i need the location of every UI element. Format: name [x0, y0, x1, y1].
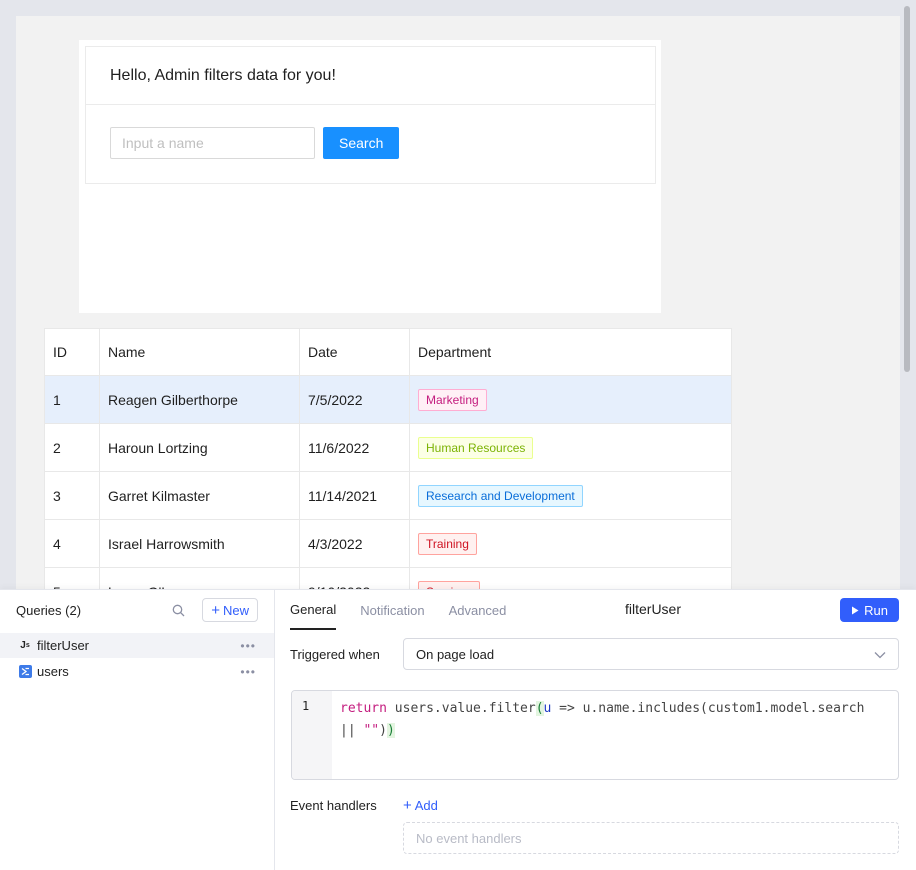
department-tag: Marketing: [418, 388, 487, 411]
run-label: Run: [864, 602, 888, 618]
column-header-name[interactable]: Name: [99, 328, 300, 376]
name-input[interactable]: [110, 127, 315, 159]
code-string: "": [363, 723, 380, 738]
code-paren: (: [535, 701, 544, 716]
code-paren: ): [386, 723, 395, 738]
department-tag: Research and Development: [418, 484, 583, 507]
query-item-label: users: [37, 664, 69, 679]
cell-id: 1: [44, 375, 100, 424]
code-text: ): [379, 723, 387, 738]
query-item-users[interactable]: users •••: [0, 659, 274, 684]
plus-icon: +: [211, 601, 220, 619]
table-row[interactable]: 1 Reagen Gilberthorpe 7/5/2022 Marketing: [44, 375, 732, 424]
more-icon[interactable]: •••: [240, 639, 256, 653]
editor-tabs: General Notification Advanced: [275, 590, 916, 630]
trigger-select[interactable]: On page load: [403, 638, 899, 670]
cell-department: Research and Development: [409, 471, 732, 520]
table-row[interactable]: 2 Haroun Lortzing 11/6/2022 Human Resources: [44, 423, 732, 472]
cell-department: Human Resources: [409, 423, 732, 472]
code-keyword: return: [340, 701, 387, 716]
scrollbar-thumb[interactable]: [904, 6, 910, 372]
new-query-label: New: [222, 602, 249, 618]
trigger-select-value: On page load: [416, 646, 495, 662]
cell-department: Marketing: [409, 375, 732, 424]
query-title: filterUser: [625, 601, 682, 617]
filter-card: Hello, Admin filters data for you! Searc…: [85, 46, 656, 184]
data-source-icon: [18, 665, 32, 679]
cell-date: 4/3/2022: [299, 519, 410, 568]
play-icon: [851, 603, 859, 618]
cell-date: 11/14/2021: [299, 471, 410, 520]
triggered-when-label: Triggered when: [290, 646, 380, 662]
query-editor-panel: Queries (2) + New Js filterUser ••• user…: [0, 589, 916, 870]
query-item-label: filterUser: [37, 638, 90, 653]
department-tag: Human Resources: [418, 436, 534, 459]
add-label: Add: [414, 798, 438, 813]
line-number: 1: [302, 699, 310, 713]
column-header-department[interactable]: Department: [409, 328, 732, 376]
queries-title: Queries (2): [16, 602, 82, 618]
tab-general[interactable]: General: [290, 590, 337, 630]
code-editor[interactable]: 1 return users.value.filter(u => u.name.…: [291, 690, 899, 780]
greeting-text: Hello, Admin filters data for you!: [110, 66, 336, 84]
table-row[interactable]: 4 Israel Harrowsmith 4/3/2022 Training: [44, 519, 732, 568]
users-table: ID Name Date Department 1 Reagen Gilberth…: [44, 328, 732, 616]
search-icon[interactable]: [170, 602, 186, 618]
plus-icon: +: [403, 797, 412, 814]
query-editor: General Notification Advanced filterUser…: [275, 590, 916, 870]
column-header-id[interactable]: ID: [44, 328, 100, 376]
js-icon: Js: [20, 640, 30, 651]
queries-list-panel: Queries (2) + New Js filterUser ••• user…: [0, 590, 275, 870]
query-item-filterUser[interactable]: Js filterUser •••: [0, 633, 274, 658]
cell-date: 7/5/2022: [299, 375, 410, 424]
tab-advanced[interactable]: Advanced: [449, 590, 507, 630]
more-icon[interactable]: •••: [240, 665, 256, 679]
cell-department: Training: [409, 519, 732, 568]
cell-id: 3: [44, 471, 100, 520]
column-header-date[interactable]: Date: [299, 328, 410, 376]
cell-date: 11/6/2022: [299, 423, 410, 472]
code-content[interactable]: return users.value.filter(u => u.name.in…: [332, 691, 898, 779]
queries-header: Queries (2) + New: [0, 590, 274, 630]
table-row[interactable]: 3 Garret Kilmaster 11/14/2021 Research and …: [44, 471, 732, 520]
card-body: Search: [86, 105, 655, 181]
cell-id: 4: [44, 519, 100, 568]
run-button[interactable]: Run: [840, 598, 899, 622]
query-list: Js filterUser ••• users •••: [0, 633, 274, 684]
chevron-down-icon: [874, 647, 886, 662]
card-header: Hello, Admin filters data for you!: [86, 47, 655, 105]
tab-notification[interactable]: Notification: [360, 590, 424, 630]
event-handlers-label: Event handlers: [290, 798, 377, 813]
code-text: users.value.filter: [386, 701, 536, 716]
event-handlers-row: Event handlers + Add: [290, 798, 438, 813]
cell-name: Reagen Gilberthorpe: [99, 375, 300, 424]
new-query-button[interactable]: + New: [202, 598, 258, 622]
container: Hello, Admin filters data for you! Searc…: [79, 40, 661, 313]
trigger-row: Triggered when On page load: [290, 638, 899, 670]
search-button[interactable]: Search: [323, 127, 400, 159]
add-event-handler-link[interactable]: + Add: [403, 798, 438, 813]
department-tag: Training: [418, 532, 477, 555]
no-event-handlers: No event handlers: [403, 822, 899, 854]
cell-name: Haroun Lortzing: [99, 423, 300, 472]
cell-id: 2: [44, 423, 100, 472]
line-numbers: 1: [292, 691, 332, 779]
cell-name: Garret Kilmaster: [99, 471, 300, 520]
cell-name: Israel Harrowsmith: [99, 519, 300, 568]
table-header-row: ID Name Date Department: [44, 328, 732, 376]
